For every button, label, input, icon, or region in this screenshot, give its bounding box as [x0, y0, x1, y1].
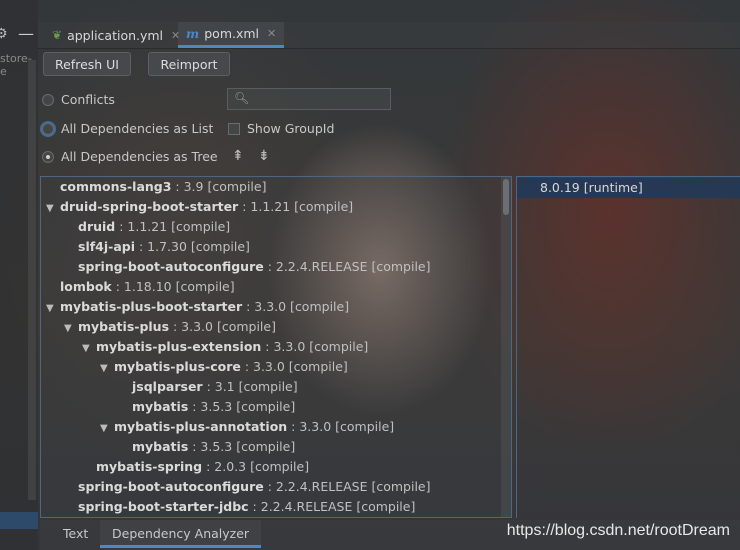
dependency-version: : 3.3.0 [compile] [261, 339, 369, 354]
dependency-version: : 3.3.0 [compile] [287, 419, 395, 434]
dependency-name: lombok [60, 279, 112, 294]
project-sidebar: ⚙ — store-e [0, 0, 38, 550]
usage-panel: 8.0.19 [runtime] [516, 176, 740, 518]
show-groupid-label: Show GroupId [247, 121, 335, 136]
tree-scrollbar[interactable] [501, 177, 511, 517]
search-icon: 🔍︎ [234, 91, 250, 105]
expand-arrow-icon[interactable]: ▼ [46, 199, 60, 219]
reimport-button[interactable]: Reimport [148, 52, 230, 76]
dependency-version: : 3.1 [compile] [202, 379, 298, 394]
spring-leaf-icon: ❦ [52, 28, 63, 42]
expand-arrow-icon[interactable]: ▼ [100, 359, 114, 379]
dependency-version: : 1.18.10 [compile] [111, 279, 235, 294]
dependency-version: : 3.9 [compile] [171, 179, 267, 194]
gear-icon[interactable]: ⚙ [0, 26, 8, 42]
dependency-version: : 3.3.0 [compile] [169, 319, 276, 334]
dependency-name: spring-boot-autoconfigure [78, 479, 264, 494]
ide-window: ⚙ — store-e ❦ application.yml ✕ m pom.xm… [0, 0, 740, 550]
tab-dependency-analyzer[interactable]: Dependency Analyzer [100, 520, 262, 548]
show-groupid-checkbox[interactable] [228, 122, 240, 135]
dependency-version: : 1.1.21 [compile] [238, 199, 354, 214]
dependency-name: mybatis-plus-annotation [114, 419, 288, 434]
minimize-icon[interactable]: — [18, 24, 34, 43]
dependency-name: commons-lang3 [60, 179, 172, 194]
tree-row[interactable]: mybatis-spring : 2.0.3 [compile] [82, 457, 309, 477]
selected-usage-row[interactable]: 8.0.19 [runtime] [517, 178, 740, 198]
list-label: All Dependencies as List [61, 121, 214, 136]
dependency-version: : 3.5.3 [compile] [188, 439, 296, 454]
dependency-name: mybatis-spring [96, 459, 203, 474]
dependency-version: : 3.3.0 [compile] [242, 299, 350, 314]
tree-row[interactable]: spring-boot-starter-jdbc : 2.2.4.RELEASE… [64, 497, 415, 517]
close-icon[interactable]: ✕ [267, 27, 276, 40]
tree-row[interactable]: mybatis : 3.5.3 [compile] [118, 397, 295, 417]
dependency-version: : 2.2.4.RELEASE [compile] [263, 259, 431, 274]
tree-row[interactable]: jsqlparser : 3.1 [compile] [118, 377, 298, 397]
expand-arrow-icon[interactable]: ▼ [64, 319, 78, 339]
list-radio[interactable] [42, 122, 54, 135]
expand-arrow-icon[interactable]: ▼ [82, 339, 96, 359]
dependency-name: druid-spring-boot-starter [60, 199, 239, 214]
dependency-version: : 2.2.4.RELEASE [compile] [263, 479, 431, 494]
dependency-name: slf4j-api [78, 239, 136, 254]
tree-row[interactable]: ▼ mybatis-plus-extension : 3.3.0 [compile… [82, 337, 368, 357]
sidebar-scrollbar[interactable] [28, 60, 36, 500]
tab-label: application.yml [67, 27, 164, 43]
expand-all-icon[interactable]: ⇞ [232, 148, 244, 164]
search-input[interactable]: 🔍︎ [227, 88, 391, 110]
dependency-name: spring-boot-autoconfigure [78, 259, 264, 274]
dependency-name: mybatis-plus-boot-starter [60, 299, 243, 314]
dependency-name: mybatis-plus-extension [96, 339, 262, 354]
tree-row[interactable]: ▼ mybatis-plus-annotation : 3.3.0 [compil… [100, 417, 394, 437]
dependency-tree: commons-lang3 : 3.9 [compile] ▼ druid-spri… [40, 176, 512, 518]
dependency-name: mybatis [132, 399, 189, 414]
conflicts-label: Conflicts [61, 92, 115, 107]
dependency-version: : 2.0.3 [compile] [202, 459, 310, 474]
tab-application-yml[interactable]: ❦ application.yml ✕ [44, 22, 188, 48]
tab-text[interactable]: Text [63, 520, 88, 548]
dependency-name: druid [78, 219, 116, 234]
tab-pom-xml[interactable]: m pom.xml ✕ [178, 22, 285, 48]
dependency-version: : 3.3.0 [compile] [240, 359, 348, 374]
tab-label: pom.xml [204, 26, 260, 41]
expand-arrow-icon[interactable]: ▼ [46, 299, 60, 319]
dependency-version: : 1.7.30 [compile] [135, 239, 250, 254]
tree-row[interactable]: slf4j-api : 1.7.30 [compile] [64, 237, 250, 257]
tree-row[interactable]: ▼ mybatis-plus-boot-starter : 3.3.0 [comp… [46, 297, 349, 317]
refresh-ui-button[interactable]: Refresh UI [43, 52, 131, 76]
watermark: https://blog.csdn.net/rootDream [506, 522, 730, 539]
tree-row[interactable]: spring-boot-autoconfigure : 2.2.4.RELEAS… [64, 477, 430, 497]
collapse-all-icon[interactable]: ⇟ [258, 148, 270, 164]
dependency-name: mybatis-plus-core [114, 359, 241, 374]
tree-row[interactable]: commons-lang3 : 3.9 [compile] [46, 177, 266, 197]
list-option[interactable]: All Dependencies as List [42, 121, 213, 136]
tree-row[interactable]: ▼ druid-spring-boot-starter : 1.1.21 [com… [46, 197, 353, 217]
tree-row[interactable]: spring-boot-autoconfigure : 2.2.4.RELEAS… [64, 257, 430, 277]
dependency-version: : 2.2.4.RELEASE [compile] [248, 499, 416, 514]
conflicts-option[interactable]: Conflicts [42, 92, 115, 107]
editor-tab-bar: ❦ application.yml ✕ m pom.xml ✕ [38, 22, 740, 49]
dependency-name: mybatis [132, 439, 189, 454]
show-groupid-option[interactable]: Show GroupId [228, 121, 334, 136]
tree-radio[interactable] [42, 150, 54, 163]
dependency-name: spring-boot-starter-jdbc [78, 499, 249, 514]
dependency-version: : 3.5.3 [compile] [188, 399, 296, 414]
expand-arrow-icon[interactable]: ▼ [100, 419, 114, 439]
tree-row[interactable]: druid : 1.1.21 [compile] [64, 217, 230, 237]
tree-row[interactable]: mybatis : 3.5.3 [compile] [118, 437, 295, 457]
dependency-name: jsqlparser [132, 379, 203, 394]
tree-row[interactable]: ▼ mybatis-plus-core : 3.3.0 [compile] [100, 357, 348, 377]
tree-row[interactable]: lombok : 1.18.10 [compile] [46, 277, 235, 297]
maven-m-icon: m [186, 26, 200, 41]
sidebar-selection [0, 512, 38, 529]
tree-label: All Dependencies as Tree [61, 149, 218, 164]
tree-option[interactable]: All Dependencies as Tree [42, 149, 218, 164]
dependency-name: mybatis-plus [78, 319, 170, 334]
dependency-version: : 1.1.21 [compile] [115, 219, 231, 234]
tree-scroll-thumb[interactable] [503, 179, 509, 215]
tree-row[interactable]: ▼ mybatis-plus : 3.3.0 [compile] [64, 317, 276, 337]
conflicts-radio[interactable] [42, 93, 54, 106]
